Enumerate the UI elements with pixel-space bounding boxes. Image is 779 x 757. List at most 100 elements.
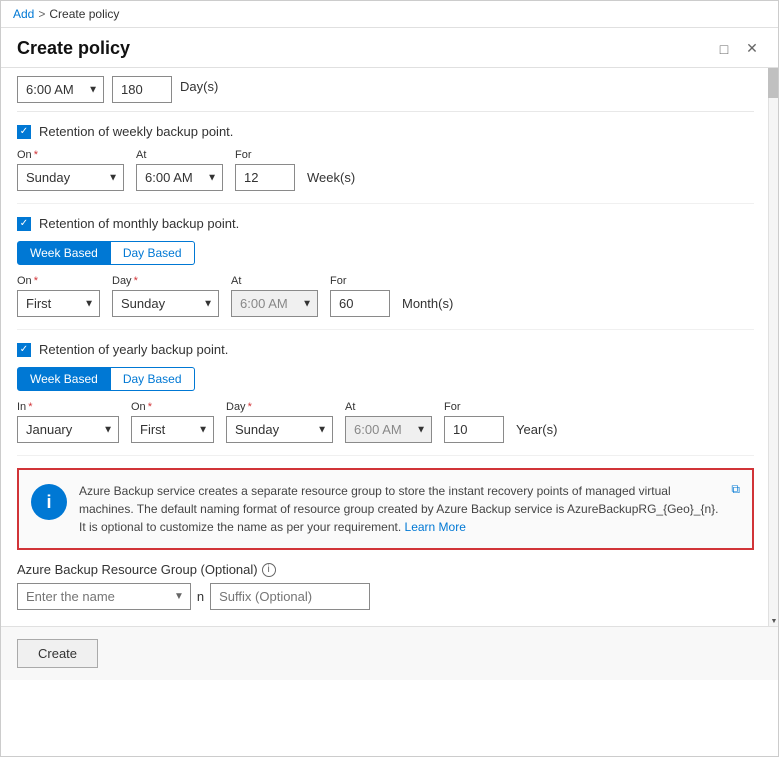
window-controls: □ ✕ — [714, 39, 762, 59]
monthly-at-select[interactable]: 6:00 AM — [231, 290, 318, 317]
yearly-section: Retention of yearly backup point. Week B… — [17, 330, 754, 456]
resource-group-tooltip-icon[interactable]: i — [262, 563, 276, 577]
yearly-header: Retention of yearly backup point. — [17, 342, 754, 357]
weekly-for-group: For — [235, 149, 295, 191]
weekly-checkbox[interactable] — [17, 125, 31, 139]
close-button[interactable]: ✕ — [742, 39, 762, 59]
breadcrumb-parent[interactable]: Add — [13, 7, 34, 21]
learn-more-link[interactable]: Learn More — [405, 520, 466, 534]
monthly-header: Retention of monthly backup point. — [17, 216, 754, 231]
scroll-down-arrow[interactable]: ▼ — [769, 616, 778, 626]
yearly-for-input[interactable] — [444, 416, 504, 443]
create-policy-window: Add > Create policy Create policy □ ✕ 6:… — [0, 0, 779, 757]
yearly-day-select-wrapper: Sunday Monday Tuesday Wednesday Thursday… — [226, 416, 333, 443]
yearly-for-label: For — [444, 401, 504, 413]
monthly-on-group: On* First Second Third Fourth Last ▼ — [17, 275, 100, 317]
name-input[interactable] — [18, 584, 168, 609]
yearly-on-select-wrapper: First Second Third Fourth Last ▼ — [131, 416, 214, 443]
name-input-chevron-icon[interactable]: ▼ — [168, 591, 190, 602]
weekly-fields: On* Sunday Monday Tuesday Wednesday Thur… — [17, 149, 754, 191]
resource-group-inputs: ▼ n — [17, 583, 754, 610]
external-link-icon[interactable]: ⧉ — [731, 482, 740, 497]
monthly-unit-label: Month(s) — [402, 296, 453, 317]
days-unit-label: Day(s) — [180, 79, 218, 100]
suffix-input[interactable] — [210, 583, 370, 610]
weekly-at-select[interactable]: 6:00 AM — [136, 164, 223, 191]
info-icon: i — [31, 484, 67, 520]
weekly-on-select[interactable]: Sunday Monday Tuesday Wednesday Thursday… — [17, 164, 124, 191]
weekly-section: Retention of weekly backup point. On* Su… — [17, 112, 754, 204]
scrollbar-track: ▲ ▼ — [768, 68, 778, 626]
monthly-toggle-group: Week Based Day Based — [17, 241, 754, 265]
yearly-on-label: On* — [131, 401, 214, 413]
monthly-day-group: Day* Sunday Monday Tuesday Wednesday Thu… — [112, 275, 219, 317]
name-input-wrapper: ▼ — [17, 583, 191, 610]
yearly-label: Retention of yearly backup point. — [39, 342, 228, 357]
monthly-fields: On* First Second Third Fourth Last ▼ — [17, 275, 754, 317]
yearly-toggle-group: Week Based Day Based — [17, 367, 754, 391]
monthly-label: Retention of monthly backup point. — [39, 216, 239, 231]
weekly-unit-label: Week(s) — [307, 170, 355, 191]
minimize-button[interactable]: □ — [714, 39, 734, 59]
monthly-on-select[interactable]: First Second Third Fourth Last — [17, 290, 100, 317]
yearly-day-select[interactable]: Sunday Monday Tuesday Wednesday Thursday… — [226, 416, 333, 443]
footer: Create — [1, 626, 778, 680]
yearly-at-select[interactable]: 6:00 AM — [345, 416, 432, 443]
yearly-week-based-btn[interactable]: Week Based — [17, 367, 111, 391]
monthly-for-input[interactable] — [330, 290, 390, 317]
yearly-in-select-wrapper: January February March April May June Ju… — [17, 416, 119, 443]
monthly-section: Retention of monthly backup point. Week … — [17, 204, 754, 330]
yearly-on-select[interactable]: First Second Third Fourth Last — [131, 416, 214, 443]
content-wrapper: 6:00 AM ▼ Day(s) Retention of weekly bac… — [1, 68, 778, 626]
yearly-day-group: Day* Sunday Monday Tuesday Wednesday Thu… — [226, 401, 333, 443]
resource-group-label: Azure Backup Resource Group (Optional) i — [17, 562, 754, 577]
weekly-at-label: At — [136, 149, 223, 161]
yearly-day-label: Day* — [226, 401, 333, 413]
yearly-at-select-wrapper: 6:00 AM ▼ — [345, 416, 432, 443]
days-input[interactable] — [112, 76, 172, 103]
weekly-for-label: For — [235, 149, 295, 161]
weekly-at-select-wrapper: 6:00 AM ▼ — [136, 164, 223, 191]
yearly-in-label: In* — [17, 401, 119, 413]
monthly-day-select[interactable]: Sunday Monday Tuesday Wednesday Thursday… — [112, 290, 219, 317]
monthly-day-label: Day* — [112, 275, 219, 287]
yearly-day-based-btn[interactable]: Day Based — [111, 367, 195, 391]
name-separator: n — [195, 589, 206, 604]
breadcrumb-current: Create policy — [49, 7, 119, 21]
breadcrumb: Add > Create policy — [1, 1, 778, 28]
create-button[interactable]: Create — [17, 639, 98, 668]
info-box: i Azure Backup service creates a separat… — [17, 468, 754, 550]
weekly-on-label: On* — [17, 149, 124, 161]
resource-group-label-text: Azure Backup Resource Group (Optional) — [17, 562, 258, 577]
monthly-week-based-btn[interactable]: Week Based — [17, 241, 111, 265]
monthly-on-select-wrapper: First Second Third Fourth Last ▼ — [17, 290, 100, 317]
monthly-at-group: At 6:00 AM ▼ — [231, 275, 318, 317]
weekly-for-input[interactable] — [235, 164, 295, 191]
weekly-at-group: At 6:00 AM ▼ — [136, 149, 223, 191]
title-bar: Create policy □ ✕ — [1, 28, 778, 68]
scroll-thumb[interactable] — [768, 68, 778, 98]
top-partial-row: 6:00 AM ▼ Day(s) — [17, 68, 754, 112]
yearly-for-group: For — [444, 401, 504, 443]
yearly-at-group: At 6:00 AM ▼ — [345, 401, 432, 443]
main-content: 6:00 AM ▼ Day(s) Retention of weekly bac… — [1, 68, 770, 626]
monthly-checkbox[interactable] — [17, 217, 31, 231]
time-select-wrapper: 6:00 AM ▼ — [17, 76, 104, 103]
monthly-for-label: For — [330, 275, 390, 287]
yearly-at-label: At — [345, 401, 432, 413]
weekly-on-group: On* Sunday Monday Tuesday Wednesday Thur… — [17, 149, 124, 191]
breadcrumb-separator: > — [38, 7, 45, 21]
monthly-at-label: At — [231, 275, 318, 287]
yearly-checkbox[interactable] — [17, 343, 31, 357]
yearly-in-select[interactable]: January February March April May June Ju… — [17, 416, 119, 443]
yearly-on-group: On* First Second Third Fourth Last ▼ — [131, 401, 214, 443]
resource-group-section: Azure Backup Resource Group (Optional) i… — [17, 562, 754, 610]
info-message: Azure Backup service creates a separate … — [79, 484, 718, 534]
page-title: Create policy — [17, 38, 130, 59]
time-select[interactable]: 6:00 AM — [17, 76, 104, 103]
monthly-day-based-btn[interactable]: Day Based — [111, 241, 195, 265]
monthly-day-select-wrapper: Sunday Monday Tuesday Wednesday Thursday… — [112, 290, 219, 317]
weekly-header: Retention of weekly backup point. — [17, 124, 754, 139]
info-text-content: Azure Backup service creates a separate … — [79, 482, 719, 536]
monthly-for-group: For — [330, 275, 390, 317]
